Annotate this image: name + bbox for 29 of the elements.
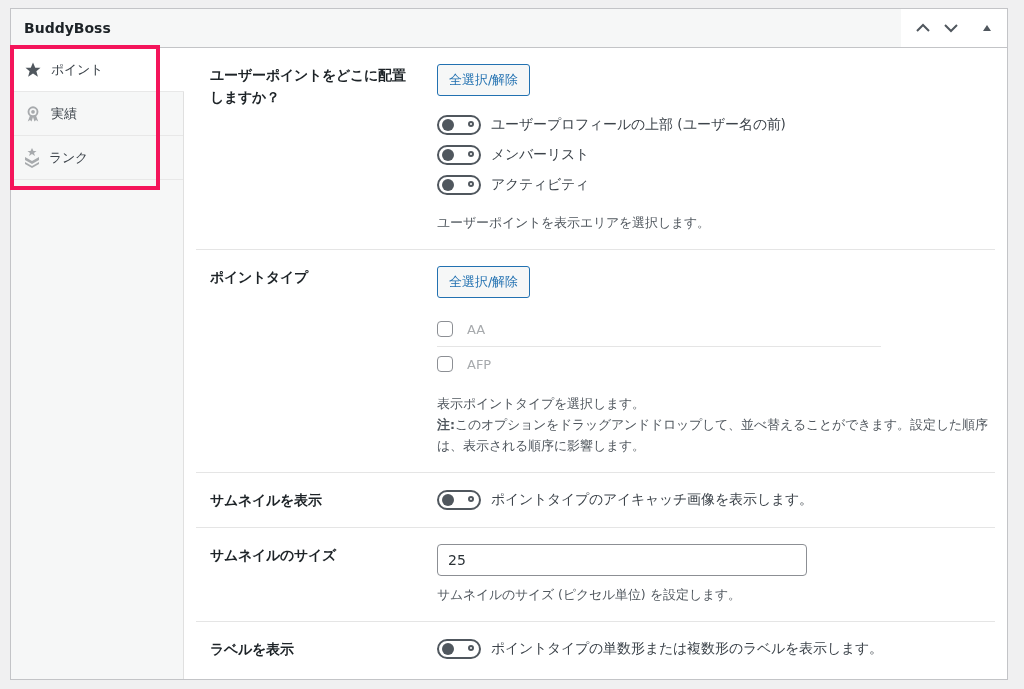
checkbox-label: AFP <box>467 356 492 372</box>
help-text: ユーザーポイントを表示エリアを選択します。 <box>437 214 711 232</box>
toggle-label: アクティビティ <box>491 176 589 194</box>
toggle-switch[interactable] <box>437 145 481 165</box>
setting-label: ラベルを表示 <box>210 640 295 659</box>
select-all-button[interactable]: 全選択/解除 <box>437 64 531 96</box>
toggle-switch[interactable] <box>437 639 481 659</box>
toggle-label: メンバーリスト <box>491 146 589 164</box>
toggle-label: ユーザープロフィールの上部 (ユーザー名の前) <box>491 116 786 134</box>
setting-label: サムネイルを表示 <box>210 491 323 510</box>
checkbox-label: AA <box>467 321 486 337</box>
help-text: 注:このオプションをドラッグアンドドロップして、並べ替えることができます。設定した順序は、表示される順序に影響します。 <box>437 416 989 455</box>
toggle-switch[interactable] <box>437 490 481 510</box>
toggle-label: ポイントタイプの単数形または複数形のラベルを表示します。 <box>491 640 883 658</box>
checkbox[interactable] <box>437 356 453 372</box>
select-all-button[interactable]: 全選択/解除 <box>437 266 531 298</box>
setting-label: ユーザーポイントをどこに配置しますか？ <box>210 66 407 107</box>
setting-label: サムネイルのサイズ <box>210 546 338 565</box>
rank-chevrons-icon <box>24 147 40 168</box>
setting-label: ポイントタイプ <box>210 268 310 287</box>
toggle-label: ポイントタイプのアイキャッチ画像を表示します。 <box>491 491 813 509</box>
panel-title: BuddyBoss <box>23 20 112 36</box>
toggle-switch[interactable] <box>437 115 481 135</box>
help-text: サムネイルのサイズ (ピクセル単位) を設定します。 <box>437 586 742 604</box>
help-text: 表示ポイントタイプを選択します。 <box>437 395 646 413</box>
size-input-field[interactable]: 25 <box>437 544 807 576</box>
checkbox[interactable] <box>437 321 453 337</box>
toggle-switch[interactable] <box>437 175 481 195</box>
sidebar-tab[interactable]: ポイント <box>11 48 184 92</box>
